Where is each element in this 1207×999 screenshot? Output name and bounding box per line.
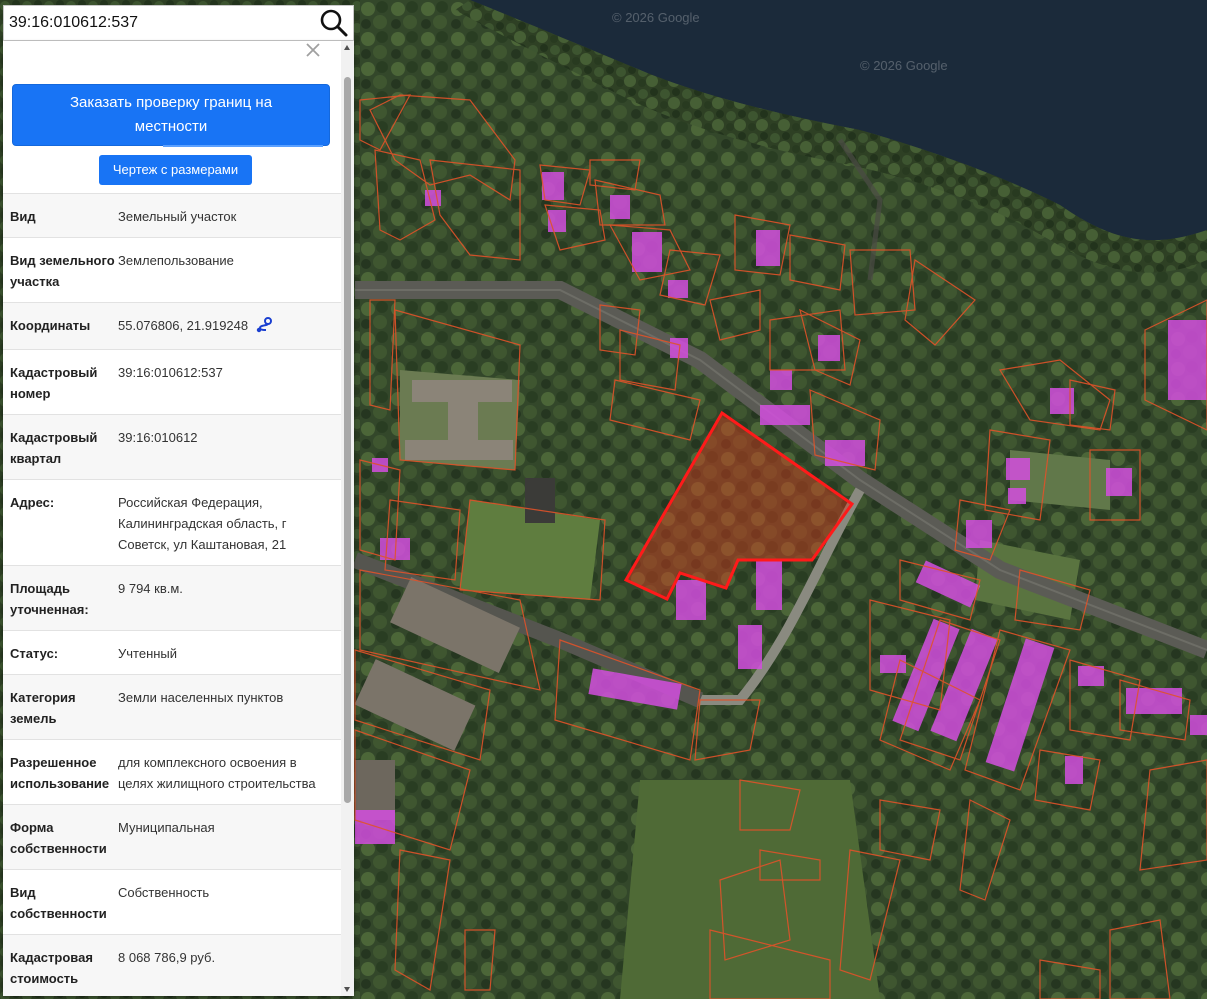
map-watermark: © 2026 Google — [612, 10, 700, 25]
drawing-with-dimensions-button[interactable]: Чертеж с размерами — [99, 155, 252, 185]
property-key: Категория земель — [10, 690, 76, 726]
property-key: Вид собственности — [10, 885, 107, 921]
property-key: Адрес: — [10, 495, 55, 510]
search-bar — [3, 5, 354, 41]
property-value: 55.076806, 21.919248 — [118, 315, 341, 339]
property-value: Земельный участок — [118, 209, 237, 224]
property-row-cadastral-quarter: Кадастровый квартал 39:16:010612 — [3, 414, 341, 479]
search-icon — [320, 9, 348, 37]
map-watermark: © 2026 Google — [860, 58, 948, 73]
coordinates-text: 55.076806, 21.919248 — [118, 318, 249, 333]
property-value: 9 794 кв.м. — [118, 581, 183, 596]
property-key: Координаты — [10, 318, 91, 333]
property-key: Кадастровый номер — [10, 365, 98, 401]
property-value: Российская Федерация, Калининградская об… — [118, 495, 287, 552]
property-key: Вид земельного участка — [10, 253, 115, 289]
property-value: 39:16:010612 — [118, 430, 198, 445]
property-key: Статус: — [10, 646, 59, 661]
properties-table: Вид Земельный участок Вид земельного уча… — [3, 193, 341, 996]
property-row-ownership-form: Форма собственности Муниципальная — [3, 804, 341, 869]
property-value: Землепользование — [118, 253, 234, 268]
property-key: Вид — [10, 209, 36, 224]
property-key: Разрешенное использование — [10, 755, 110, 791]
button-highlight — [163, 145, 323, 147]
property-key: Кадастровая стоимость — [10, 950, 93, 986]
scroll-up-icon[interactable] — [344, 45, 350, 50]
property-value: Учтенный — [118, 646, 178, 661]
property-value: Земли населенных пунктов — [118, 690, 284, 705]
property-row-status: Статус: Учтенный — [3, 630, 341, 674]
order-button-label: Заказать проверку границ на местности — [69, 94, 273, 135]
property-row-cadastral-value: Кадастровая стоимость 8 068 786,9 руб. — [3, 934, 341, 996]
property-value: 39:16:010612:537 — [118, 365, 223, 380]
property-value: для комплексного освоения в целях жилищн… — [118, 755, 316, 791]
scroll-down-icon[interactable] — [344, 987, 350, 992]
parcel-info-panel: Заказать проверку границ на местности Че… — [3, 41, 354, 996]
order-boundary-check-button[interactable]: Заказать проверку границ на местности — [12, 84, 330, 147]
property-row-ownership-type: Вид собственности Собственность — [3, 869, 341, 934]
property-key: Кадастровый квартал — [10, 430, 98, 466]
property-row-area: Площадь уточненная: 9 794 кв.м. — [3, 565, 341, 630]
property-row-permitted-use: Разрешенное использование для комплексно… — [3, 739, 341, 804]
property-row-coordinates: Координаты 55.076806, 21.919248 — [3, 302, 341, 349]
property-value: Муниципальная — [118, 820, 215, 835]
route-icon[interactable] — [256, 317, 274, 339]
property-row-cadastral-number: Кадастровый номер 39:16:010612:537 — [3, 349, 341, 414]
property-row-land-category: Категория земель Земли населенных пункто… — [3, 674, 341, 739]
search-button[interactable] — [317, 7, 351, 39]
property-row-type: Вид Земельный участок — [3, 193, 341, 237]
property-key: Форма собственности — [10, 820, 107, 856]
scrollbar-thumb[interactable] — [344, 77, 351, 803]
property-key: Площадь уточненная: — [10, 581, 89, 617]
property-value: Собственность — [118, 885, 210, 900]
search-input[interactable] — [4, 6, 314, 40]
property-value: 8 068 786,9 руб. — [118, 950, 216, 965]
panel-scrollbar[interactable] — [341, 41, 354, 996]
property-row-address: Адрес: Российская Федерация, Калининград… — [3, 479, 341, 565]
property-row-land-type: Вид земельного участка Землепользование — [3, 237, 341, 302]
close-icon[interactable] — [304, 41, 322, 59]
